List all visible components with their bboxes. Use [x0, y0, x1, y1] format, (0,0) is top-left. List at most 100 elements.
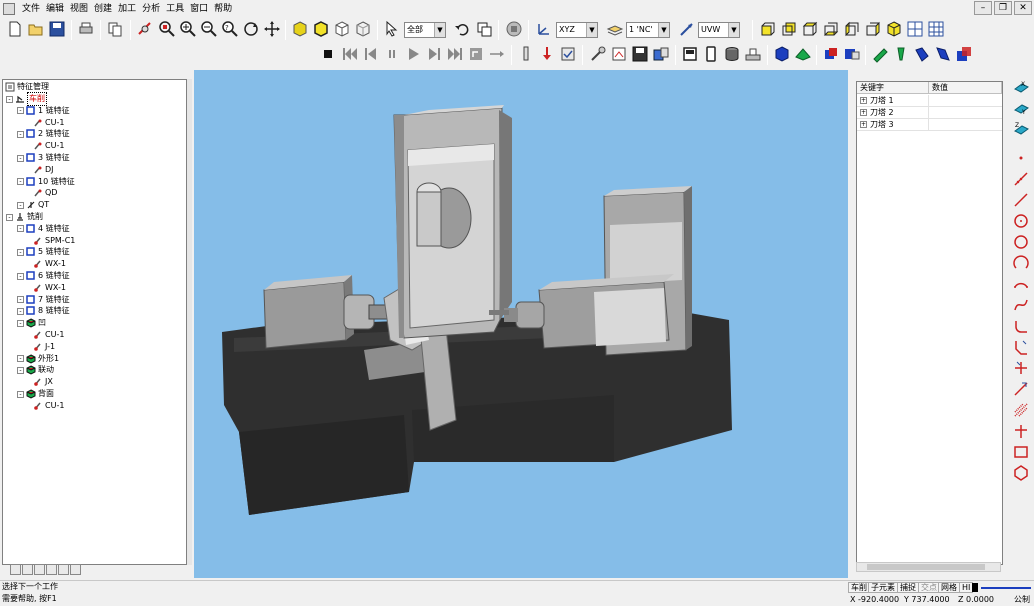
view-right-icon[interactable]: [863, 19, 883, 39]
menu-window[interactable]: 窗口: [187, 0, 211, 18]
collapse-icon[interactable]: -: [17, 272, 24, 280]
coordinate-system-icon[interactable]: [534, 19, 554, 39]
filter-select[interactable]: 全部 ▼: [404, 22, 446, 38]
tree-item[interactable]: CU-1: [29, 140, 64, 152]
tree-item[interactable]: - 7 链特征: [17, 294, 70, 306]
plane-zx-icon[interactable]: Z: [1011, 118, 1031, 138]
tab-layers[interactable]: [46, 564, 57, 575]
uvw-axis-icon[interactable]: [677, 19, 697, 39]
select-cursor-icon[interactable]: [382, 19, 402, 39]
chamfer-icon[interactable]: [1011, 337, 1031, 357]
tree-item[interactable]: CU-1: [29, 117, 64, 129]
tree-item[interactable]: WX-1: [29, 258, 66, 270]
spline-icon[interactable]: [1011, 295, 1031, 315]
mode-turning-button[interactable]: 车削: [848, 582, 870, 593]
tab-materials[interactable]: [58, 564, 69, 575]
tab-machining[interactable]: [22, 564, 33, 575]
collapse-icon[interactable]: -: [17, 296, 24, 304]
plunge-icon[interactable]: [537, 44, 557, 64]
pause-icon[interactable]: [382, 44, 402, 64]
rectangle-icon[interactable]: [1011, 442, 1031, 462]
menu-file[interactable]: 文件: [19, 0, 43, 18]
sub-element-button[interactable]: 子元素: [868, 582, 898, 593]
tree-item[interactable]: - 3 链特征: [17, 152, 70, 164]
surface-green-icon[interactable]: [793, 44, 813, 64]
collapse-icon[interactable]: -: [17, 107, 24, 115]
arc-icon[interactable]: [1011, 253, 1031, 273]
polygon-icon[interactable]: [1011, 463, 1031, 483]
property-row[interactable]: + 刀塔 3: [857, 119, 1002, 131]
tree-item[interactable]: - 车削: [6, 92, 47, 106]
tree-item[interactable]: - 5 链特征: [17, 246, 70, 258]
solid-red-icon[interactable]: [821, 44, 841, 64]
tree-item[interactable]: -凹: [17, 317, 46, 329]
collapse-icon[interactable]: -: [17, 154, 24, 162]
property-row[interactable]: + 刀塔 2: [857, 107, 1002, 119]
jump-icon[interactable]: [466, 44, 486, 64]
tree-item[interactable]: - 6 链特征: [17, 270, 70, 282]
plane-select[interactable]: XYZ ▼: [556, 22, 598, 38]
print-icon[interactable]: [76, 19, 96, 39]
tab-tools[interactable]: [34, 564, 45, 575]
fixture-icon[interactable]: [743, 44, 763, 64]
zoom-in-icon[interactable]: [178, 19, 198, 39]
plane-xy-icon[interactable]: X: [1011, 76, 1031, 96]
tree-item[interactable]: JX: [29, 376, 53, 388]
copy-icon[interactable]: [105, 19, 125, 39]
solid-combo-icon[interactable]: [842, 44, 862, 64]
menu-help[interactable]: 帮助: [211, 0, 235, 18]
tree-item[interactable]: - 1 链特征: [17, 105, 70, 117]
collapse-icon[interactable]: -: [17, 366, 24, 374]
trim-icon[interactable]: [1011, 358, 1031, 378]
tree-item[interactable]: - 2 链特征: [17, 128, 70, 140]
property-value[interactable]: [929, 119, 1002, 130]
property-value[interactable]: [929, 95, 1002, 106]
sweep-blue-icon[interactable]: [912, 44, 932, 64]
cylinder-stock-icon[interactable]: [722, 44, 742, 64]
expand-icon[interactable]: +: [860, 109, 867, 116]
restore-button[interactable]: ❐: [994, 1, 1012, 15]
fast-forward-icon[interactable]: [445, 44, 465, 64]
move-view-icon[interactable]: [262, 19, 282, 39]
verify-icon[interactable]: [558, 44, 578, 64]
extrude-green-icon[interactable]: [870, 44, 890, 64]
tree-scrollbar[interactable]: [187, 79, 192, 565]
stop-icon[interactable]: [504, 19, 524, 39]
menu-view[interactable]: 视图: [67, 0, 91, 18]
property-value[interactable]: [929, 107, 1002, 118]
tree-item[interactable]: - 外形1: [17, 353, 59, 365]
fillet-icon[interactable]: [1011, 316, 1031, 336]
collapse-icon[interactable]: -: [6, 95, 13, 103]
tree-item[interactable]: - QT: [17, 199, 49, 211]
toolpath-edit-icon[interactable]: [609, 44, 629, 64]
tree-item[interactable]: J-1: [29, 341, 55, 353]
tree-item[interactable]: CU-1: [29, 329, 64, 341]
tree-item[interactable]: - 背面: [17, 388, 54, 400]
zoom-out-icon[interactable]: [199, 19, 219, 39]
machine-setup-icon[interactable]: [588, 44, 608, 64]
hatch-icon[interactable]: [1011, 400, 1031, 420]
collapse-icon[interactable]: -: [17, 319, 24, 327]
menu-machining[interactable]: 加工: [115, 0, 139, 18]
line-icon[interactable]: [1011, 190, 1031, 210]
play-icon[interactable]: [403, 44, 423, 64]
zoom-fit-icon[interactable]: ?: [220, 19, 240, 39]
view-left-icon[interactable]: [842, 19, 862, 39]
view-bottom-icon[interactable]: [821, 19, 841, 39]
view-grid-icon[interactable]: [926, 19, 946, 39]
view-front-icon[interactable]: [758, 19, 778, 39]
menu-edit[interactable]: 编辑: [43, 0, 67, 18]
properties-hscrollbar[interactable]: [856, 562, 1001, 572]
tree-item[interactable]: WX-1: [29, 282, 66, 294]
minimize-button[interactable]: –: [974, 1, 992, 15]
property-row[interactable]: + 刀塔 1: [857, 95, 1002, 107]
step-back-icon[interactable]: [361, 44, 381, 64]
tree-item[interactable]: - 联动: [17, 364, 54, 376]
arc-three-point-icon[interactable]: [1011, 274, 1031, 294]
undo-icon[interactable]: [452, 19, 472, 39]
close-button[interactable]: ✕: [1014, 1, 1032, 15]
collapse-icon[interactable]: -: [17, 178, 24, 186]
expand-icon[interactable]: +: [860, 97, 867, 104]
menu-tools[interactable]: 工具: [163, 0, 187, 18]
revolve-green-icon[interactable]: [891, 44, 911, 64]
